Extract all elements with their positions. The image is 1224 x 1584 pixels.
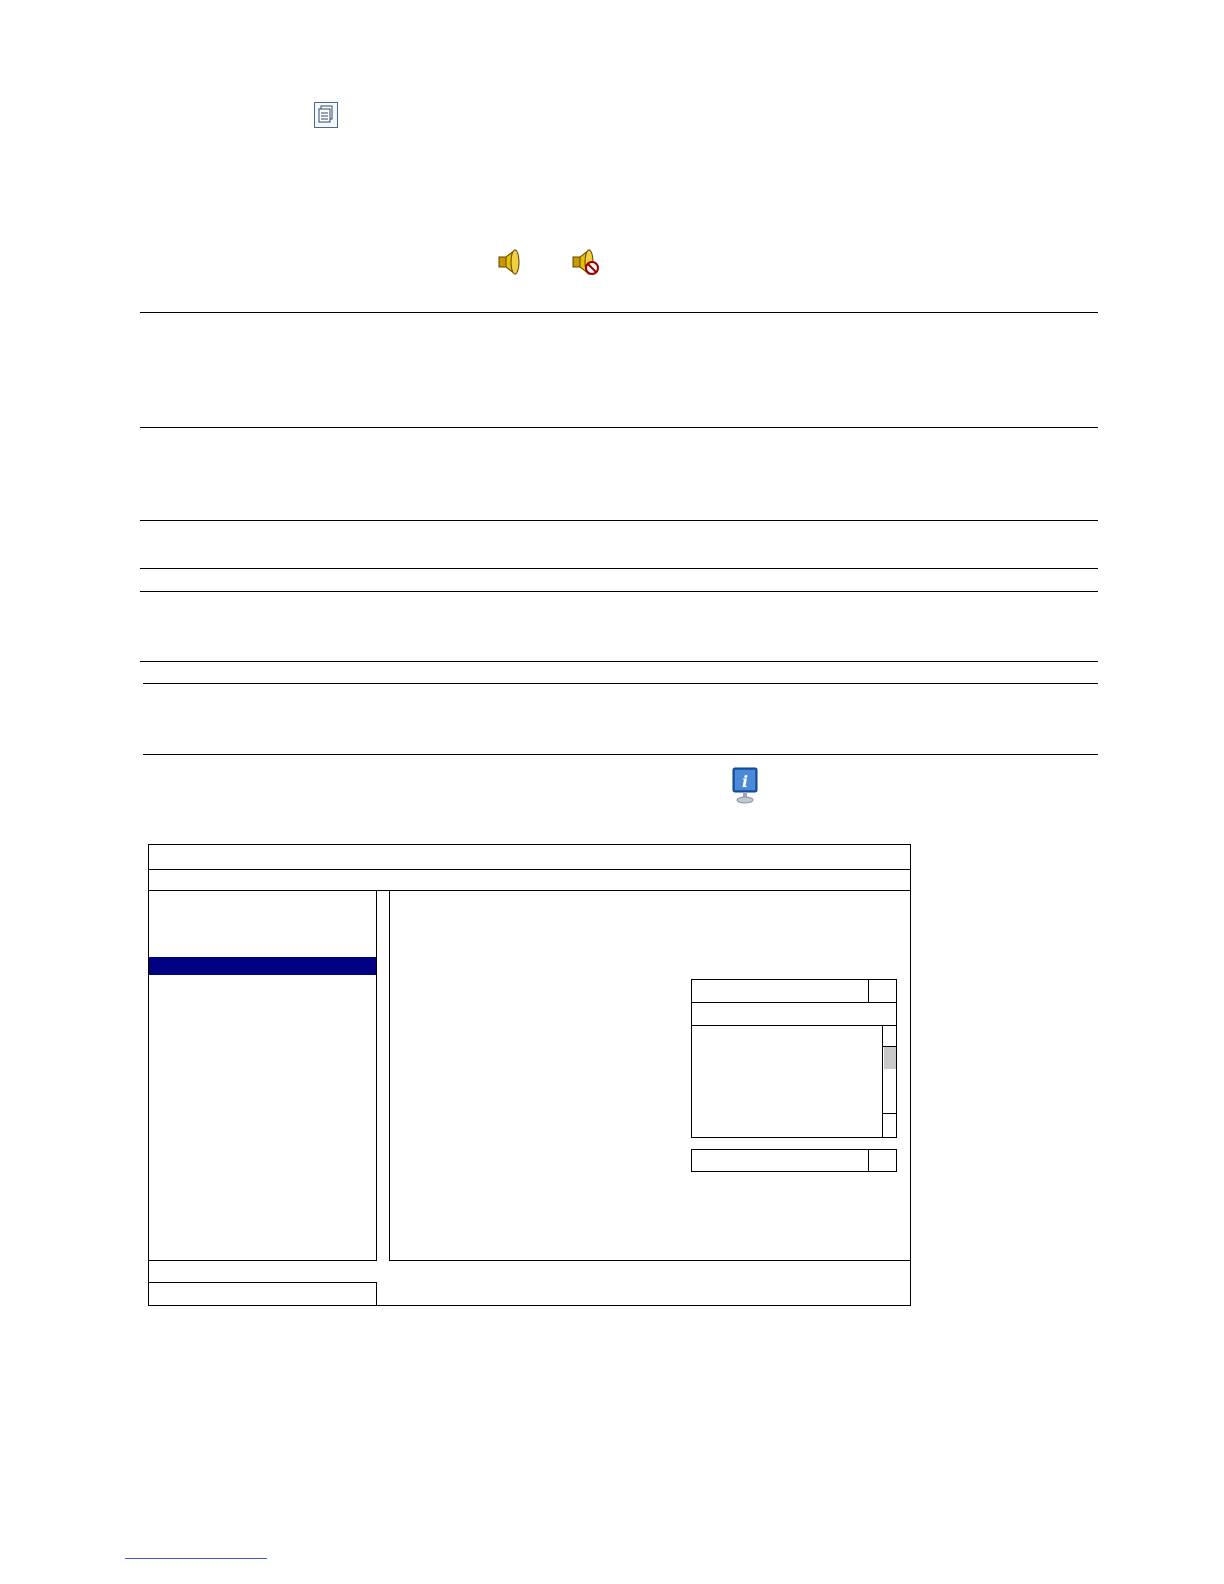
dropdown-button[interactable] — [868, 1149, 897, 1172]
scroll-thumb[interactable] — [884, 1047, 896, 1069]
svg-text:i: i — [742, 772, 748, 791]
window-sub-bar — [148, 869, 911, 891]
dropdown-field[interactable] — [691, 979, 897, 1003]
scroll-up-button[interactable] — [882, 1025, 897, 1047]
dropdown-field[interactable] — [691, 1149, 897, 1172]
table-rule — [143, 754, 1098, 755]
list-header — [691, 1002, 897, 1026]
table-rule — [143, 683, 1098, 684]
status-box — [148, 1282, 377, 1306]
info-monitor-icon: i — [730, 766, 760, 804]
table-rule — [140, 427, 1098, 428]
dropdown-button[interactable] — [868, 979, 897, 1003]
scroll-down-button[interactable] — [882, 1113, 897, 1138]
speaker-icon — [496, 247, 526, 277]
table-rule — [140, 520, 1098, 521]
document-list-icon — [314, 102, 338, 128]
table-rule — [140, 591, 1098, 592]
table-rule — [140, 568, 1098, 569]
speaker-muted-icon — [570, 247, 600, 277]
menu-item-selected[interactable] — [149, 957, 376, 975]
table-rule — [140, 312, 1098, 313]
footer-link-underline — [125, 1558, 267, 1559]
menu-panel — [148, 890, 377, 1261]
window-title-bar — [148, 844, 911, 870]
table-rule — [140, 661, 1098, 662]
